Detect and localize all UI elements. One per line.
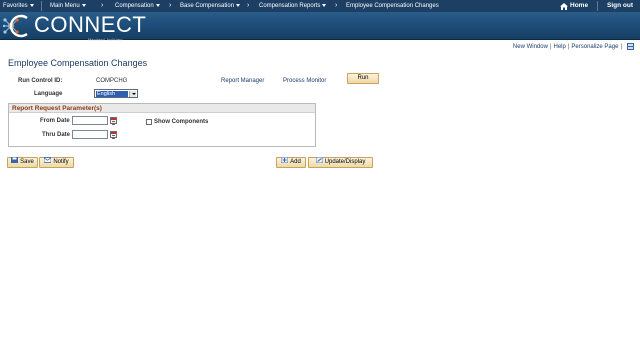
nav-base-compensation-label: Base Compensation: [180, 3, 235, 9]
chevron-down-icon: [322, 3, 327, 7]
add-button-label: Add: [290, 159, 301, 165]
new-window-link[interactable]: New Window: [513, 44, 548, 50]
brand-banner: CONNECT Maryland Judiciary: [0, 12, 640, 42]
nav-divider: [41, 1, 42, 11]
nav-sign-out-link[interactable]: Sign out: [607, 0, 633, 12]
save-button[interactable]: Save: [7, 157, 38, 168]
from-date-field[interactable]: [72, 116, 108, 125]
update-display-icon: [315, 157, 323, 164]
link-separator: |: [549, 44, 552, 51]
nav-compensation-reports[interactable]: Compensation Reports: [259, 0, 327, 12]
calendar-icon[interactable]: [110, 117, 117, 125]
brand-tagline: Maryland Judiciary: [88, 38, 123, 42]
brand-name: CONNECT: [34, 12, 147, 37]
chevron-down-icon: [155, 3, 160, 7]
update-display-button-label: Update/Display: [324, 159, 366, 165]
chevron-right-icon: ›: [101, 2, 104, 9]
chevron-down-icon: [29, 3, 34, 7]
chevron-right-icon: ›: [169, 2, 172, 9]
help-link[interactable]: Help: [554, 44, 566, 50]
show-components-label: Show Components: [154, 119, 209, 125]
run-button[interactable]: Run: [347, 73, 379, 84]
chevron-right-icon: ›: [247, 2, 250, 9]
notify-button[interactable]: Notify: [39, 157, 74, 168]
language-select[interactable]: English: [94, 89, 138, 98]
connect-logo-icon: [3, 14, 28, 38]
add-icon: [281, 157, 289, 164]
chevron-right-icon: ›: [335, 2, 338, 9]
process-monitor-link[interactable]: Process Monitor: [283, 78, 326, 84]
run-control-value: COMPCHG: [96, 78, 128, 84]
nav-favorites-label: Favorites: [3, 3, 28, 9]
link-separator: |: [620, 44, 622, 51]
nav-current-page: Employee Compensation Changes: [346, 3, 439, 9]
top-nav-bar: Favorites Main Menu › Compensation › Bas…: [0, 0, 640, 12]
grid-icon[interactable]: [627, 43, 634, 50]
nav-compensation-label: Compensation: [115, 3, 154, 9]
show-components-checkbox[interactable]: [146, 119, 152, 125]
chevron-down-icon: [81, 3, 86, 7]
save-button-label: Save: [20, 159, 34, 165]
notify-button-label: Notify: [53, 159, 69, 165]
page-links: New Window | Help | Personalize Page |: [513, 43, 634, 50]
link-separator: |: [567, 44, 570, 51]
nav-main-menu-label: Main Menu: [50, 3, 80, 9]
save-icon: [11, 157, 19, 164]
nav-compensation-reports-label: Compensation Reports: [259, 3, 321, 9]
notify-icon: [44, 157, 52, 164]
page-title: Employee Compensation Changes: [8, 58, 148, 68]
from-date-label: From Date: [40, 118, 70, 124]
personalize-page-link[interactable]: Personalize Page: [571, 44, 618, 50]
chevron-down-icon: [236, 3, 241, 7]
thru-date-field[interactable]: [72, 130, 108, 139]
report-parameters-header: Report Request Parameter(s): [9, 104, 315, 113]
nav-divider: [597, 1, 598, 11]
calendar-icon[interactable]: [110, 131, 117, 139]
report-parameters-group: Report Request Parameter(s): [8, 103, 316, 147]
chevron-down-icon[interactable]: [129, 91, 136, 97]
run-control-label: Run Control ID:: [18, 78, 63, 84]
thru-date-label: Thru Date: [42, 132, 71, 138]
language-label: Language: [34, 91, 63, 97]
home-icon[interactable]: [560, 3, 568, 10]
nav-home-link[interactable]: Home: [570, 0, 588, 12]
report-manager-link[interactable]: Report Manager: [221, 78, 264, 84]
report-parameters-title: Report Request Parameter(s): [12, 105, 102, 112]
nav-compensation[interactable]: Compensation: [115, 0, 160, 12]
nav-favorites[interactable]: Favorites: [3, 0, 34, 12]
language-select-value: English: [96, 91, 128, 97]
nav-base-compensation[interactable]: Base Compensation: [180, 0, 241, 12]
add-button[interactable]: Add: [276, 157, 306, 168]
nav-main-menu[interactable]: Main Menu: [50, 0, 86, 12]
update-display-button[interactable]: Update/Display: [308, 157, 373, 168]
